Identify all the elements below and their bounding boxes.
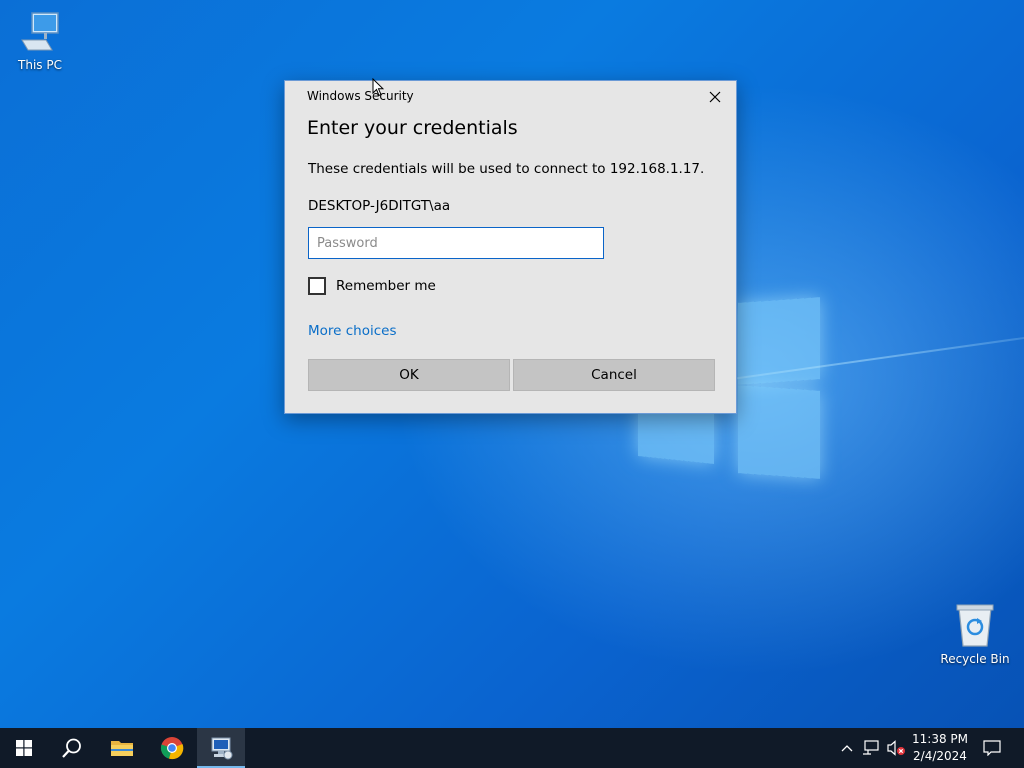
remote-desktop-icon bbox=[211, 737, 233, 760]
desktop-icon-this-pc[interactable]: This PC bbox=[0, 10, 80, 72]
recycle-bin-icon bbox=[956, 604, 994, 647]
action-center-icon bbox=[983, 740, 1001, 756]
start-button[interactable] bbox=[0, 728, 48, 768]
remember-me-label: Remember me bbox=[336, 278, 436, 294]
remote-desktop-button[interactable] bbox=[197, 728, 245, 768]
desktop-icon-label: Recycle Bin bbox=[940, 652, 1010, 666]
remember-me-checkbox[interactable] bbox=[308, 277, 326, 295]
password-input[interactable] bbox=[308, 227, 604, 259]
network-icon bbox=[863, 740, 879, 755]
search-button[interactable] bbox=[48, 728, 96, 768]
username-label: DESKTOP-J6DITGT\aa bbox=[308, 198, 451, 214]
chrome-button[interactable] bbox=[148, 728, 196, 768]
volume-muted-icon bbox=[887, 740, 905, 756]
chevron-up-icon bbox=[841, 745, 853, 752]
remember-me-option[interactable]: Remember me bbox=[308, 277, 436, 295]
show-hidden-icons-button[interactable] bbox=[836, 728, 858, 768]
dialog-heading: Enter your credentials bbox=[307, 117, 518, 139]
ok-button[interactable]: OK bbox=[308, 359, 510, 391]
cancel-button[interactable]: Cancel bbox=[513, 359, 715, 391]
desktop-icon-label: This PC bbox=[18, 58, 62, 72]
close-button[interactable] bbox=[704, 87, 726, 107]
file-explorer-button[interactable] bbox=[98, 728, 146, 768]
network-tray-button[interactable] bbox=[860, 728, 882, 768]
this-pc-icon bbox=[21, 12, 59, 51]
taskbar-clock[interactable]: 11:38 PM 2/4/2024 bbox=[904, 728, 976, 768]
windows-start-icon bbox=[16, 740, 32, 756]
more-choices-link[interactable]: More choices bbox=[308, 323, 397, 339]
wallpaper-logo-pane bbox=[738, 385, 820, 479]
mouse-cursor-icon bbox=[372, 78, 384, 97]
clock-time: 11:38 PM bbox=[912, 732, 968, 746]
action-center-button[interactable] bbox=[978, 728, 1006, 768]
dialog-caption: Windows Security bbox=[307, 89, 414, 103]
search-icon bbox=[62, 738, 81, 758]
credentials-dialog: Windows Security Enter your credentials … bbox=[284, 80, 737, 414]
close-icon bbox=[709, 91, 721, 103]
desktop-icon-recycle-bin[interactable]: Recycle Bin bbox=[935, 602, 1015, 666]
chrome-icon bbox=[160, 737, 184, 760]
taskbar: 11:38 PM 2/4/2024 bbox=[0, 728, 1024, 768]
clock-date: 2/4/2024 bbox=[913, 749, 967, 763]
connection-info-text: These credentials will be used to connec… bbox=[308, 161, 705, 177]
folder-icon bbox=[111, 741, 133, 756]
